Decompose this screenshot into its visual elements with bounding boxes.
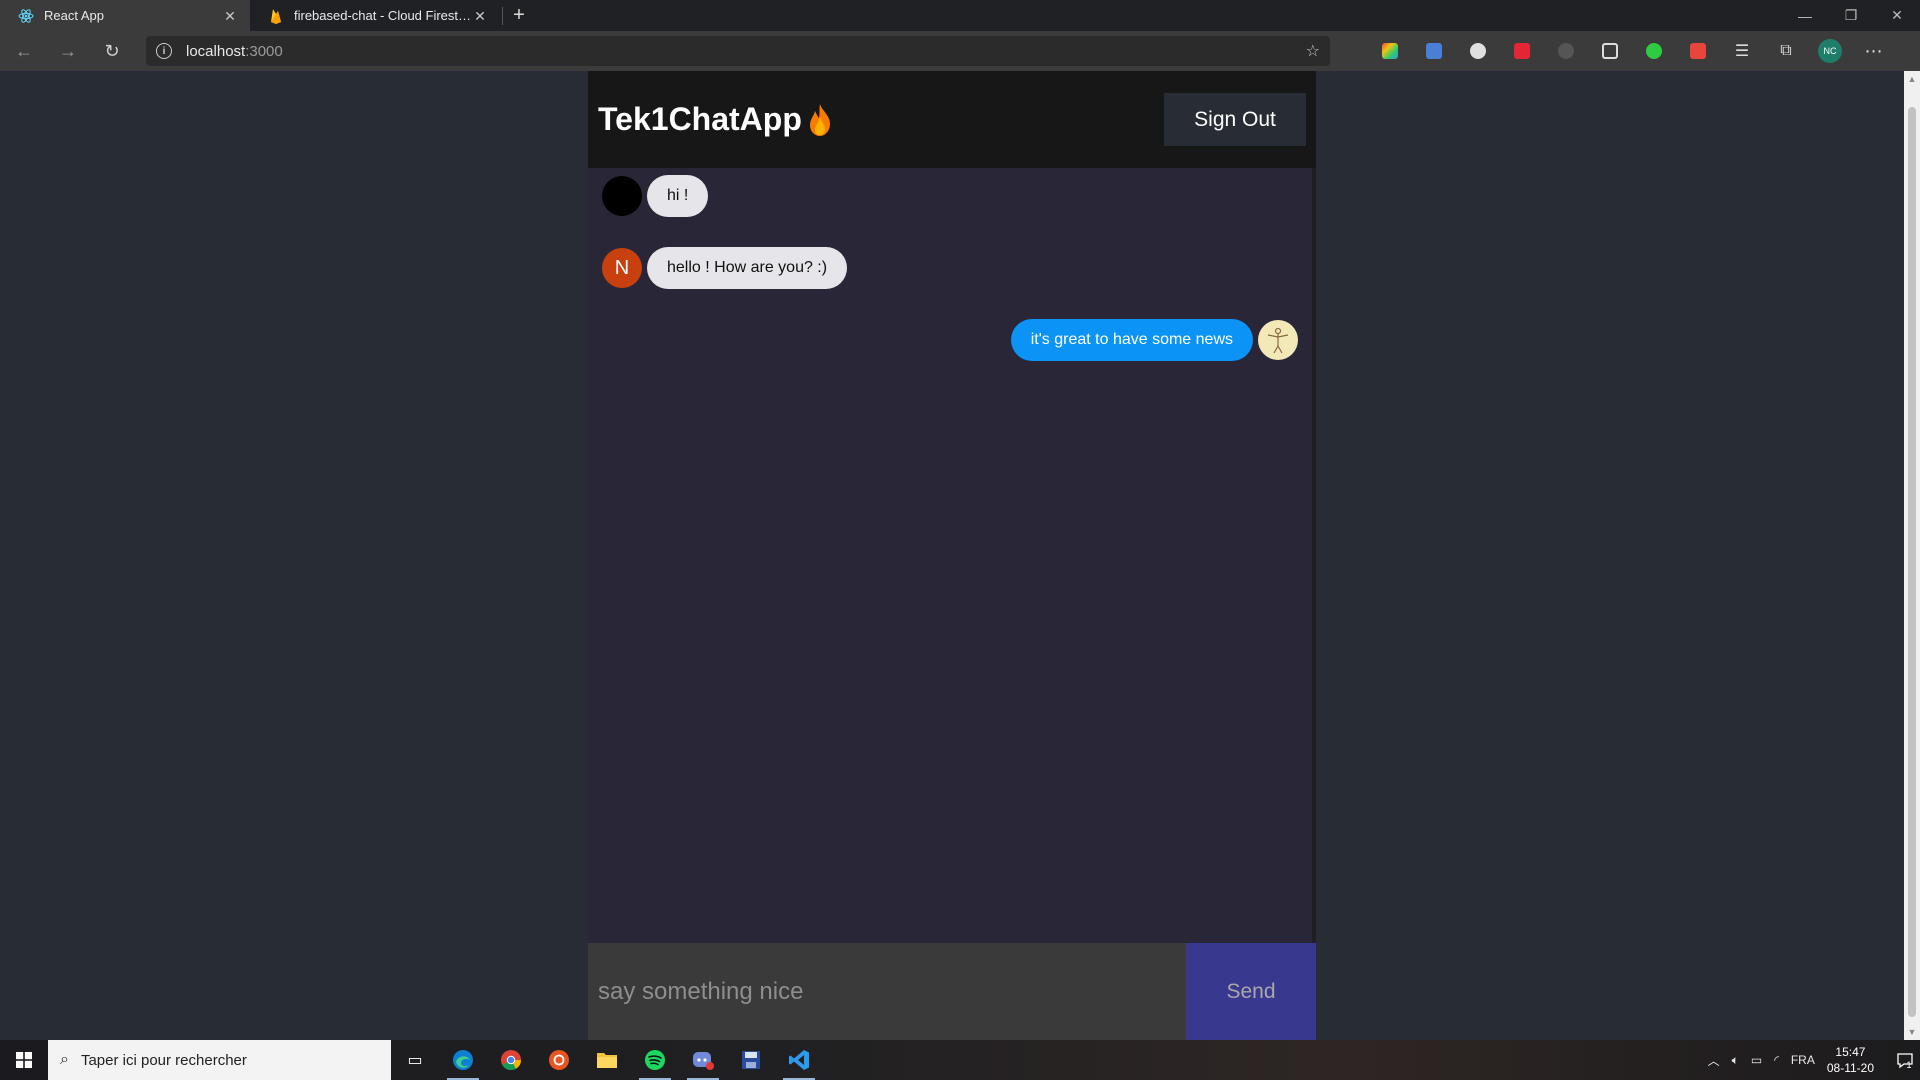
spotify-icon[interactable] [631, 1040, 679, 1080]
message-input[interactable] [588, 943, 1186, 1040]
edge-browser-icon[interactable] [439, 1040, 487, 1080]
wifi-icon[interactable]: ◜ [1774, 1053, 1779, 1067]
scroll-down-arrow-icon[interactable]: ▼ [1904, 1024, 1920, 1040]
message-item: it's great to have some news [1010, 319, 1298, 361]
tab-firestore[interactable]: firebased-chat - Cloud Firestore ✕ [250, 0, 500, 31]
system-tray: ︿ 🔈︎ ▭ ◜ FRA 15:47 08-11-20 1 [1702, 1040, 1920, 1080]
reload-icon[interactable]: ↻ [92, 35, 132, 67]
more-menu-icon[interactable]: ⋯ [1860, 37, 1888, 65]
task-view-icon[interactable]: ▭ [391, 1040, 439, 1080]
tab-title: firebased-chat - Cloud Firestore [294, 8, 472, 23]
react-icon [18, 8, 34, 24]
extension-icon[interactable] [1596, 37, 1624, 65]
battery-icon[interactable]: ▭ [1751, 1053, 1762, 1067]
clock-date: 08-11-20 [1826, 1061, 1874, 1075]
scroll-up-arrow-icon[interactable]: ▲ [1904, 71, 1920, 87]
ubuntu-icon[interactable] [535, 1040, 583, 1080]
discord-icon[interactable] [679, 1040, 727, 1080]
extensions-bar: ☰ ⧉ NC ⋯ [1376, 37, 1904, 65]
flame-icon [809, 103, 830, 136]
collections-icon[interactable]: ⧉ [1772, 37, 1800, 65]
window-controls: — ❐ ✕ [1782, 0, 1920, 31]
translate-icon[interactable] [1420, 37, 1448, 65]
avatar [602, 176, 642, 216]
extension-icon[interactable] [1464, 37, 1492, 65]
extension-icon[interactable] [1640, 37, 1668, 65]
tab-title: React App [44, 8, 104, 23]
app-header: Tek1ChatApp Sign Out [588, 71, 1316, 168]
app-title: Tek1ChatApp [598, 101, 834, 138]
address-bar[interactable]: i localhost:3000 ☆ [146, 36, 1330, 66]
notification-count: 1 [1906, 1060, 1912, 1070]
avatar: N [602, 248, 642, 288]
language-indicator[interactable]: FRA [1791, 1053, 1815, 1067]
browser-toolbar: ← → ↻ i localhost:3000 ☆ ☰ ⧉ NC ⋯ [0, 31, 1920, 71]
firebase-icon [268, 8, 284, 24]
message-bubble: it's great to have some news [1010, 319, 1253, 361]
extension-icon[interactable] [1376, 37, 1404, 65]
forward-arrow-icon[interactable]: → [48, 35, 88, 67]
save-disk-icon[interactable] [727, 1040, 775, 1080]
page-scrollbar[interactable]: ▲ ▼ [1904, 71, 1920, 1040]
info-icon[interactable]: i [156, 43, 172, 59]
chevron-up-icon[interactable]: ︿ [1708, 1052, 1720, 1069]
notification-center-icon[interactable]: 1 [1888, 1044, 1920, 1076]
clock[interactable]: 15:47 08-11-20 [1827, 1044, 1874, 1076]
tab-react-app[interactable]: React App ✕ [0, 0, 250, 31]
url-host: localhost [186, 42, 246, 60]
message-bubble: hello ! How are you? :) [647, 247, 848, 289]
search-icon: ⌕ [60, 1051, 69, 1068]
app-title-text: Tek1ChatApp [598, 101, 802, 137]
clock-time: 15:47 [1835, 1045, 1866, 1059]
profile-initials: NC [1818, 39, 1842, 63]
send-button[interactable]: Send [1186, 943, 1316, 1040]
message-composer: Send [588, 943, 1316, 1040]
tab-divider [502, 7, 503, 25]
windows-taskbar: ⌕ Taper ici pour rechercher ▭ ︿ 🔈︎ ▭ ◜ F… [0, 1040, 1920, 1080]
chrome-icon[interactable] [487, 1040, 535, 1080]
new-tab-button[interactable]: + [505, 0, 533, 31]
chat-app: Tek1ChatApp Sign Out hi ! N hello ! How … [588, 71, 1316, 1040]
extension-icon[interactable] [1684, 37, 1712, 65]
message-item: N hello ! How are you? :) [602, 247, 848, 289]
url-port: :3000 [245, 42, 283, 60]
vscode-icon[interactable] [775, 1040, 823, 1080]
browser-tab-bar: React App ✕ firebased-chat - Cloud Fires… [0, 0, 1920, 31]
search-placeholder: Taper ici pour rechercher [80, 1051, 247, 1069]
avatar [1258, 320, 1298, 360]
close-icon[interactable]: ✕ [222, 8, 238, 24]
file-explorer-icon[interactable] [583, 1040, 631, 1080]
extension-icon[interactable] [1508, 37, 1536, 65]
favorite-star-icon[interactable]: ☆ [1306, 41, 1320, 61]
sign-out-button[interactable]: Sign Out [1164, 93, 1306, 146]
minimize-icon[interactable]: — [1782, 0, 1828, 31]
favorites-icon[interactable]: ☰ [1728, 37, 1756, 65]
profile-avatar[interactable]: NC [1816, 37, 1844, 65]
extension-icon[interactable] [1552, 37, 1580, 65]
message-list: hi ! N hello ! How are you? :) it's grea… [588, 168, 1312, 943]
scroll-thumb[interactable] [1908, 107, 1916, 1017]
close-icon[interactable]: ✕ [472, 8, 488, 24]
volume-icon[interactable]: 🔈︎ [1732, 1053, 1739, 1068]
back-arrow-icon[interactable]: ← [4, 35, 44, 67]
message-item: hi ! [602, 175, 709, 217]
windows-start-icon[interactable] [0, 1040, 48, 1080]
message-bubble: hi ! [647, 175, 709, 217]
avatar-figure-icon [1267, 327, 1289, 354]
taskbar-search-input[interactable]: ⌕ Taper ici pour rechercher [48, 1040, 391, 1080]
close-window-icon[interactable]: ✕ [1874, 0, 1920, 31]
restore-icon[interactable]: ❐ [1828, 0, 1874, 31]
